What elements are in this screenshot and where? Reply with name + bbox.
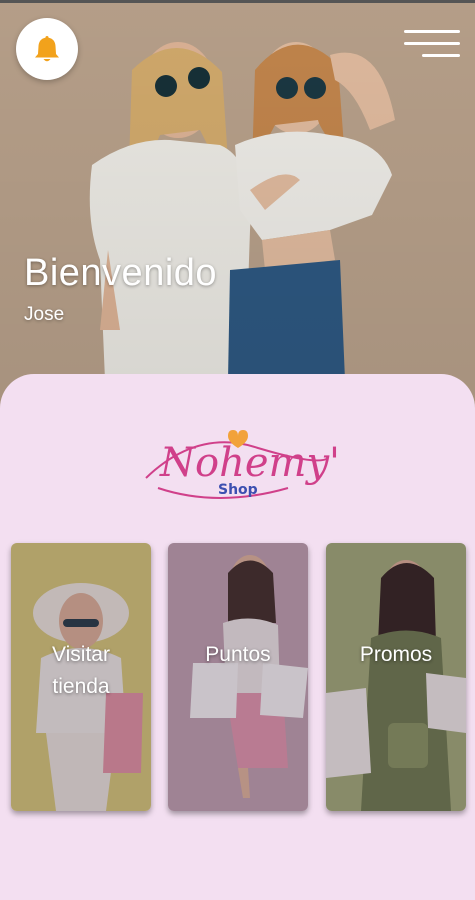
- svg-text:Shop: Shop: [218, 482, 258, 498]
- status-bar: [0, 0, 475, 3]
- welcome-title: Bienvenido: [24, 252, 218, 294]
- card-label-visit: Visitar tienda: [52, 643, 110, 698]
- card-label-promos: Promos: [359, 643, 433, 666]
- brand-logo: Nohemy's Shop: [138, 418, 361, 510]
- menu-button[interactable]: [404, 28, 460, 60]
- points-card[interactable]: Puntos: [168, 543, 308, 811]
- bell-icon: [35, 36, 59, 62]
- card-label-points: Puntos: [205, 643, 271, 666]
- svg-text:Nohemy's: Nohemy's: [159, 440, 338, 486]
- user-name: Jose: [24, 304, 65, 325]
- promos-card[interactable]: Promos: [326, 543, 466, 811]
- visit-store-card[interactable]: Visitar tienda: [11, 543, 151, 811]
- notifications-button[interactable]: [16, 18, 78, 80]
